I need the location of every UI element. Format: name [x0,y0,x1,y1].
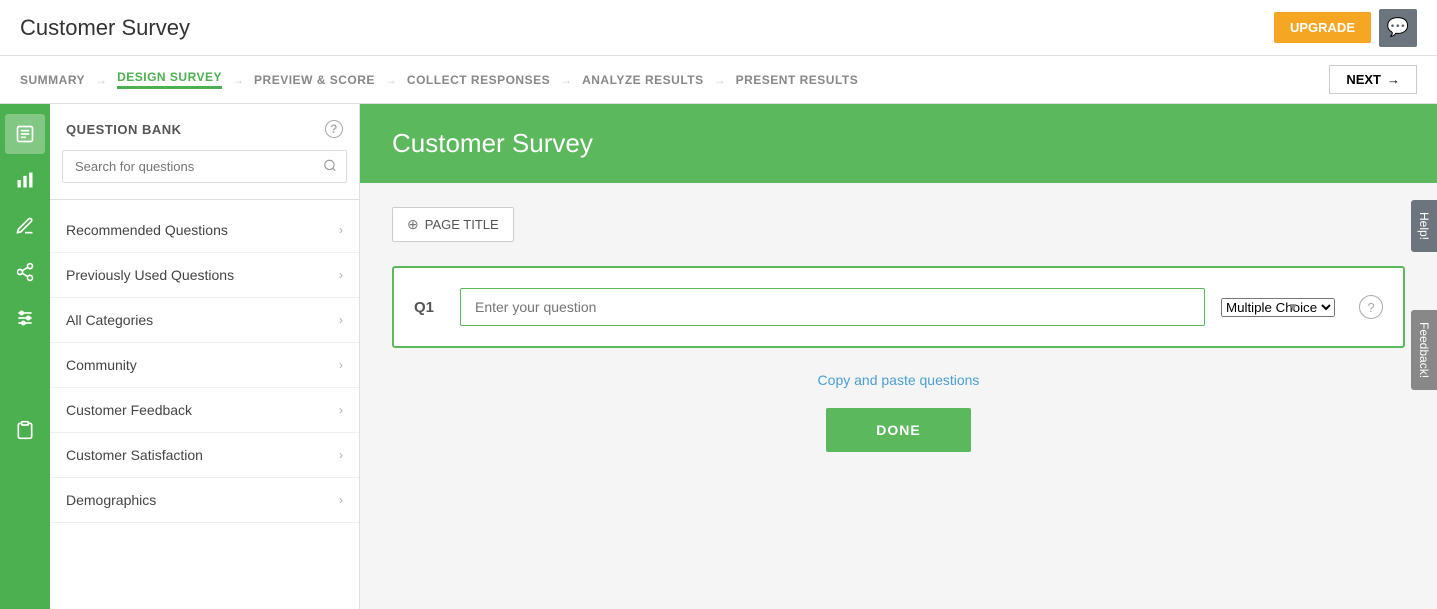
help-tab-label: Help! [1417,212,1431,240]
nav-arrow-1: → [95,73,107,87]
qb-item-label-customer-satisfaction: Customer Satisfaction [66,447,203,463]
qb-item-label-recommended: Recommended Questions [66,222,228,238]
question-row-1: Q1 Multiple Choice Short Answer Rating S… [392,266,1405,348]
nav-arrow-4: → [560,73,572,87]
chat-icon: 💬 [1387,17,1409,38]
chevron-icon-customer-satisfaction: › [339,448,343,462]
nav-step-preview[interactable]: PREVIEW & SCORE [254,73,375,87]
nav-step-present[interactable]: PRESENT RESULTS [736,73,859,87]
nav-step-design[interactable]: DESIGN SURVEY [117,70,222,89]
survey-content: ⊕ PAGE TITLE Q1 Multiple Choice Short An… [360,183,1437,476]
nav-arrow-3: → [385,73,397,87]
chevron-icon-previously-used: › [339,268,343,282]
nav-arrow-2: → [232,73,244,87]
question-bank-title: QUESTION BANK [66,122,182,137]
chevron-icon-all-categories: › [339,313,343,327]
header-actions: UPGRADE 💬 [1274,9,1417,47]
upgrade-button[interactable]: UPGRADE [1274,12,1371,43]
question-label-q1: Q1 [414,299,444,316]
chevron-icon-demographics: › [339,493,343,507]
main-layout: QUESTION BANK ? Recommended Questions › … [0,104,1437,609]
sidebar-icon-adjust[interactable] [5,298,45,338]
nav-arrow-5: → [714,73,726,87]
question-bank-header: QUESTION BANK ? [50,104,359,150]
qb-item-label-all-categories: All Categories [66,312,153,328]
sidebar-icon-pen[interactable] [5,206,45,246]
chat-button[interactable]: 💬 [1379,9,1417,47]
search-input[interactable] [62,150,347,183]
sidebar-icon-edit[interactable] [5,114,45,154]
survey-banner-title: Customer Survey [392,128,593,158]
next-button[interactable]: NEXT → [1329,65,1417,94]
question-input-q1[interactable] [460,288,1205,326]
copy-paste-section: Copy and paste questions [392,372,1405,388]
plus-circle-icon: ⊕ [407,216,419,233]
qb-item-customer-satisfaction[interactable]: Customer Satisfaction › [50,433,359,478]
qb-item-recommended[interactable]: Recommended Questions › [50,208,359,253]
nav-step-collect[interactable]: COLLECT RESPONSES [407,73,550,87]
page-title-button[interactable]: ⊕ PAGE TITLE [392,207,514,242]
qb-item-label-previously-used: Previously Used Questions [66,267,234,283]
next-arrow-icon: → [1387,72,1400,87]
feedback-tab[interactable]: Feedback! [1411,310,1437,390]
page-title-label: PAGE TITLE [425,217,499,232]
copy-paste-link[interactable]: Copy and paste questions [818,372,980,388]
chevron-icon-community: › [339,358,343,372]
question-bank-panel: QUESTION BANK ? Recommended Questions › … [50,104,360,609]
chevron-icon-recommended: › [339,223,343,237]
question-bank-search [62,150,347,183]
done-button-wrapper: DONE [392,408,1405,452]
nav-steps: SUMMARY → DESIGN SURVEY → PREVIEW & SCOR… [20,70,858,89]
qb-item-label-community: Community [66,357,137,373]
qb-item-customer-feedback[interactable]: Customer Feedback › [50,388,359,433]
qb-item-label-customer-feedback: Customer Feedback [66,402,192,418]
sidebar-icon-share[interactable] [5,252,45,292]
app-title: Customer Survey [20,15,190,41]
qb-divider [50,199,359,200]
search-icon [323,158,337,175]
feedback-tab-label: Feedback! [1417,322,1431,378]
question-type-wrapper: Multiple Choice Short Answer Rating Scal… [1221,298,1335,317]
top-header: Customer Survey UPGRADE 💬 [0,0,1437,56]
nav-bar: SUMMARY → DESIGN SURVEY → PREVIEW & SCOR… [0,56,1437,104]
question-type-select[interactable]: Multiple Choice Short Answer Rating Scal… [1221,298,1335,317]
done-button[interactable]: DONE [826,408,970,452]
survey-header-banner: Customer Survey [360,104,1437,183]
question-help-icon[interactable]: ? [1359,295,1383,319]
next-label: NEXT [1346,72,1381,87]
nav-step-analyze[interactable]: ANALYZE RESULTS [582,73,704,87]
qb-item-label-demographics: Demographics [66,492,156,508]
help-tab[interactable]: Help! [1411,200,1437,252]
question-bank-help-icon[interactable]: ? [325,120,343,138]
nav-step-summary[interactable]: SUMMARY [20,73,85,87]
qb-item-all-categories[interactable]: All Categories › [50,298,359,343]
qb-item-previously-used[interactable]: Previously Used Questions › [50,253,359,298]
content-area: Customer Survey ⊕ PAGE TITLE Q1 Multiple… [360,104,1437,609]
sidebar-icon-chart[interactable] [5,160,45,200]
sidebar-icon-clipboard[interactable] [5,410,45,450]
chevron-icon-customer-feedback: › [339,403,343,417]
icon-sidebar [0,104,50,609]
qb-item-community[interactable]: Community › [50,343,359,388]
qb-item-demographics[interactable]: Demographics › [50,478,359,523]
